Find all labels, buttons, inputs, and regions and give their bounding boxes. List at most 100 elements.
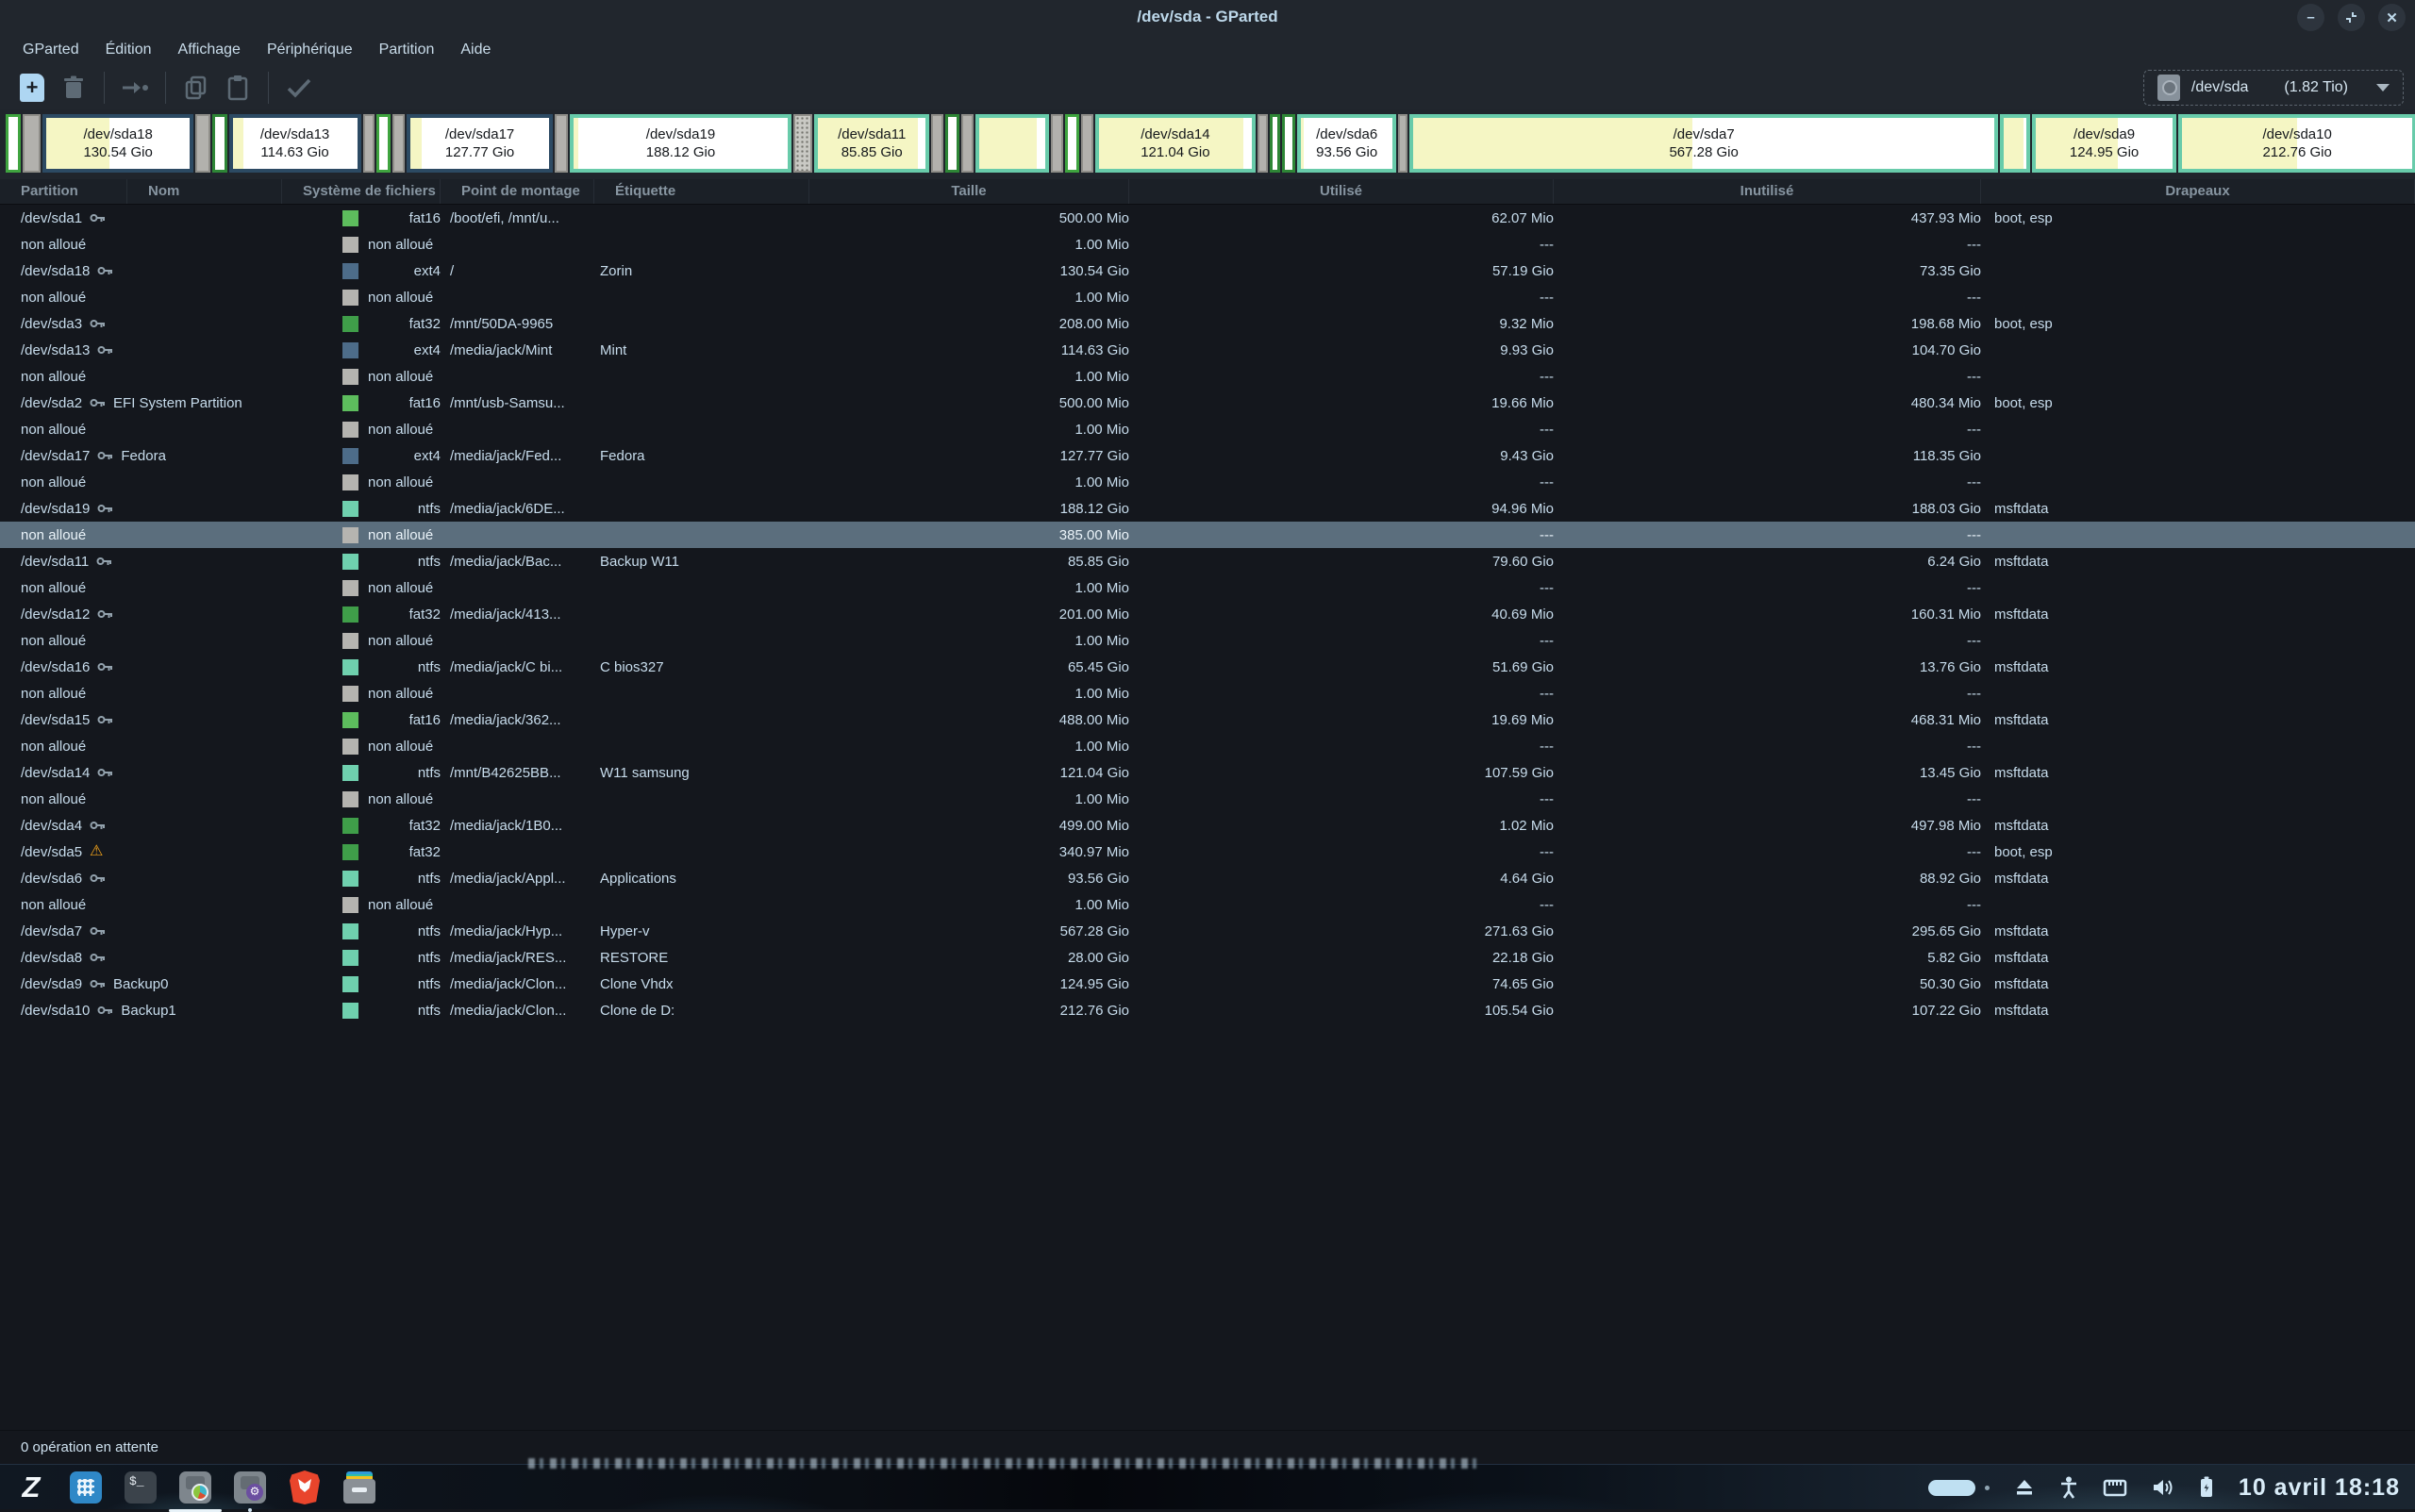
table-row-/dev/sda10[interactable]: /dev/sda10Backup1ntfs/media/jack/Clon...… [0, 997, 2415, 1023]
delete-partition-button[interactable] [53, 69, 94, 107]
bar-block-unallocated[interactable] [1398, 114, 1407, 173]
network-icon[interactable] [2103, 1477, 2127, 1498]
table-row-/dev/sda7[interactable]: /dev/sda7ntfs/media/jack/Hyp...Hyper-v56… [0, 918, 2415, 944]
brave-browser-icon[interactable] [287, 1470, 323, 1505]
bar-block-unallocated[interactable] [392, 114, 405, 173]
bar-block-unallocated[interactable] [1051, 114, 1063, 173]
unused-value: 6.24 Gio [1554, 554, 1981, 570]
menu-affichage[interactable]: Affichage [165, 34, 254, 66]
bar-block-unallocated-selected[interactable] [793, 114, 812, 173]
menu-peripherique[interactable]: Périphérique [254, 34, 366, 66]
bar-block-/dev/sda15[interactable] [1065, 114, 1079, 173]
bar-block-/dev/sda5[interactable] [1282, 114, 1295, 173]
table-row-unallocated[interactable]: non allouénon alloué1.00 Mio------ [0, 891, 2415, 918]
bar-block-unallocated[interactable] [1081, 114, 1093, 173]
copy-button[interactable] [175, 69, 217, 107]
new-partition-button[interactable] [11, 69, 53, 107]
bar-block-/dev/sda4[interactable] [1270, 114, 1280, 173]
table-row-/dev/sda15[interactable]: /dev/sda15fat16/media/jack/362...488.00 … [0, 706, 2415, 733]
minimize-button[interactable]: – [2297, 4, 2324, 31]
menu-partition[interactable]: Partition [366, 34, 448, 66]
table-row-unallocated[interactable]: non allouénon alloué1.00 Mio------ [0, 733, 2415, 759]
bar-block-unallocated[interactable] [961, 114, 974, 173]
table-row-unallocated[interactable]: non allouénon alloué1.00 Mio------ [0, 363, 2415, 390]
bar-block-unallocated[interactable] [931, 114, 943, 173]
mount-point: /mnt/50DA-9965 [441, 316, 594, 332]
bar-block-/dev/sda1[interactable] [6, 114, 21, 173]
eject-icon[interactable] [2014, 1477, 2035, 1498]
table-row-/dev/sda4[interactable]: /dev/sda4fat32/media/jack/1B0...499.00 M… [0, 812, 2415, 839]
bar-block-/dev/sda17[interactable]: /dev/sda17127.77 Gio [407, 114, 553, 173]
table-row-/dev/sda3[interactable]: /dev/sda3fat32/mnt/50DA-9965208.00 Mio9.… [0, 310, 2415, 337]
table-row-/dev/sda11[interactable]: /dev/sda11ntfs/media/jack/Bac...Backup W… [0, 548, 2415, 574]
table-row-/dev/sda18[interactable]: /dev/sda18ext4/Zorin130.54 Gio57.19 Gio7… [0, 258, 2415, 284]
resize-move-button[interactable] [114, 69, 156, 107]
table-row-unallocated[interactable]: non allouénon alloué1.00 Mio------ [0, 469, 2415, 495]
bar-block-/dev/sda3[interactable] [212, 114, 226, 173]
accessibility-icon[interactable] [2059, 1476, 2078, 1499]
bar-block-/dev/sda18[interactable]: /dev/sda18130.54 Gio [42, 114, 194, 173]
table-row-/dev/sda2[interactable]: /dev/sda2EFI System Partitionfat16/mnt/u… [0, 390, 2415, 416]
table-row-unallocated[interactable]: non allouénon alloué1.00 Mio------ [0, 627, 2415, 654]
device-selector[interactable]: /dev/sda (1.82 Tio) [2143, 70, 2404, 106]
bar-block-unallocated[interactable] [23, 114, 41, 173]
bar-block-/dev/sda2[interactable] [376, 114, 391, 173]
terminal-icon[interactable]: $_ [123, 1470, 158, 1505]
table-row-/dev/sda8[interactable]: /dev/sda8ntfs/media/jack/RES...RESTORE28… [0, 944, 2415, 971]
taskbar-clock[interactable]: 10 avril 18:18 [2239, 1474, 2400, 1502]
table-row-unallocated[interactable]: non allouénon alloué1.00 Mio------ [0, 574, 2415, 601]
unused-value: 497.98 Mio [1554, 818, 1981, 834]
restore-button[interactable] [2338, 4, 2365, 31]
table-row-/dev/sda14[interactable]: /dev/sda14ntfs/mnt/B42625BB...W11 samsun… [0, 759, 2415, 786]
status-pill-icon[interactable] [1928, 1480, 1975, 1496]
bar-block-unallocated[interactable] [195, 114, 210, 173]
bar-block-unallocated[interactable] [363, 114, 375, 173]
disks-utility-icon[interactable]: ⚙ [232, 1470, 268, 1505]
menu-gparted[interactable]: GParted [9, 34, 92, 66]
bar-block-unallocated[interactable] [555, 114, 568, 173]
unused-value: 480.34 Mio [1554, 395, 1981, 411]
table-row-unallocated[interactable]: non allouénon alloué385.00 Mio------ [0, 522, 2415, 548]
bar-block-/dev/sda11[interactable]: /dev/sda1185.85 Gio [814, 114, 929, 173]
archive-manager-icon[interactable] [341, 1470, 377, 1505]
menu-aide[interactable]: Aide [447, 34, 504, 66]
table-row-/dev/sda12[interactable]: /dev/sda12fat32/media/jack/413...201.00 … [0, 601, 2415, 627]
bar-block-/dev/sda13[interactable]: /dev/sda13114.63 Gio [229, 114, 361, 173]
bar-block-/dev/sda14[interactable]: /dev/sda14121.04 Gio [1095, 114, 1257, 173]
table-row-/dev/sda17[interactable]: /dev/sda17Fedoraext4/media/jack/Fed...Fe… [0, 442, 2415, 469]
bar-block-/dev/sda8[interactable] [2000, 114, 2030, 173]
gparted-icon[interactable] [177, 1470, 213, 1505]
table-row-/dev/sda6[interactable]: /dev/sda6ntfs/media/jack/Appl...Applicat… [0, 865, 2415, 891]
volume-icon[interactable] [2152, 1477, 2174, 1498]
table-row-unallocated[interactable]: non allouénon alloué1.00 Mio------ [0, 284, 2415, 310]
table-row-/dev/sda1[interactable]: /dev/sda1fat16/boot/efi, /mnt/u...500.00… [0, 205, 2415, 231]
close-button[interactable]: ✕ [2378, 4, 2406, 31]
zorin-menu-icon[interactable]: Z [13, 1470, 49, 1505]
bar-block-unallocated[interactable] [1257, 114, 1268, 173]
bar-block-/dev/sda6[interactable]: /dev/sda693.56 Gio [1297, 114, 1395, 173]
apply-operations-button[interactable] [278, 69, 320, 107]
menu-edition[interactable]: Édition [92, 34, 165, 66]
table-row-/dev/sda13[interactable]: /dev/sda13ext4/media/jack/MintMint114.63… [0, 337, 2415, 363]
bar-block-/dev/sda10[interactable]: /dev/sda10212.76 Gio [2178, 114, 2415, 173]
table-row-/dev/sda16[interactable]: /dev/sda16ntfs/media/jack/C bi...C bios3… [0, 654, 2415, 680]
table-row-/dev/sda19[interactable]: /dev/sda19ntfs/media/jack/6DE...188.12 G… [0, 495, 2415, 522]
table-row-/dev/sda9[interactable]: /dev/sda9Backup0ntfs/media/jack/Clon...C… [0, 971, 2415, 997]
bar-block-/dev/sda9[interactable]: /dev/sda9124.95 Gio [2032, 114, 2176, 173]
bar-block-/dev/sda19[interactable]: /dev/sda19188.12 Gio [570, 114, 791, 173]
bar-block-/dev/sda12[interactable] [945, 114, 959, 173]
filesystem-type: fat16 [409, 712, 441, 728]
table-row-unallocated[interactable]: non allouénon alloué1.00 Mio------ [0, 786, 2415, 812]
partition-name: Backup1 [121, 1003, 175, 1019]
used-value: 94.96 Mio [1129, 501, 1554, 517]
bar-block-/dev/sda16[interactable] [975, 114, 1049, 173]
table-row-/dev/sda5[interactable]: /dev/sda5⚠fat32340.97 Mio------boot, esp [0, 839, 2415, 865]
table-row-unallocated[interactable]: non allouénon alloué1.00 Mio------ [0, 231, 2415, 258]
used-value: 9.32 Mio [1129, 316, 1554, 332]
table-row-unallocated[interactable]: non allouénon alloué1.00 Mio------ [0, 416, 2415, 442]
table-row-unallocated[interactable]: non allouénon alloué1.00 Mio------ [0, 680, 2415, 706]
battery-icon[interactable] [2199, 1476, 2214, 1499]
bar-block-/dev/sda7[interactable]: /dev/sda7567.28 Gio [1409, 114, 1998, 173]
paste-button[interactable] [217, 69, 258, 107]
software-store-icon[interactable] [68, 1470, 104, 1505]
